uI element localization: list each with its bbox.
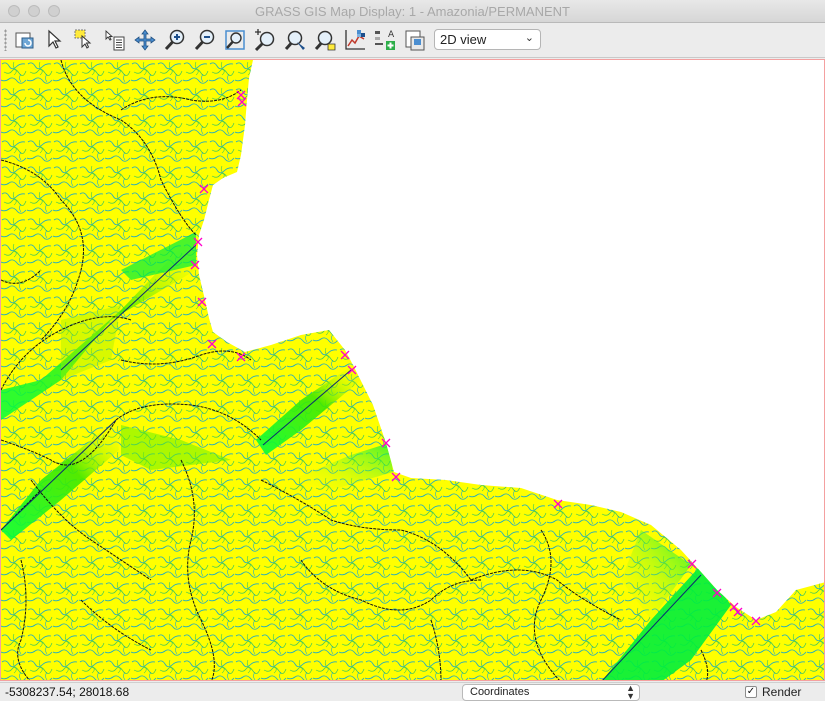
map-raster [1, 60, 824, 680]
chevron-down-icon: ⌄ [524, 32, 534, 44]
analyze-icon [345, 30, 365, 50]
window-title: GRASS GIS Map Display: 1 - Amazonia/PERM… [255, 4, 570, 19]
zoom-extent-icon [225, 30, 245, 50]
map-toolbar: A [0, 23, 825, 58]
pointer-icon [48, 29, 62, 49]
query-icon [74, 29, 92, 49]
query-list-icon [105, 29, 125, 51]
zoom-options-tool[interactable] [282, 27, 308, 53]
pointer-tool[interactable] [42, 27, 68, 53]
toolbar-grip[interactable] [4, 29, 7, 51]
display-map-icon [15, 32, 34, 49]
svg-text:A: A [388, 30, 395, 40]
updown-chevron-icon: ▲ ▼ [626, 683, 635, 701]
zoom-back-icon [254, 29, 275, 52]
statusbar-mode-select[interactable]: Coordinates ▲ ▼ [462, 684, 640, 701]
zoom-back-tool[interactable] [252, 27, 278, 53]
query-tool[interactable] [72, 27, 98, 53]
view-mode-select[interactable]: 2D view ⌄ [434, 29, 541, 50]
statusbar-mode-value: Coordinates [470, 686, 530, 698]
render-checkbox[interactable]: ✓ [745, 686, 757, 698]
zoom-in-icon [164, 29, 185, 51]
pan-tool[interactable] [132, 27, 158, 53]
decorations-icon: A [375, 30, 395, 50]
display-map-button[interactable] [12, 27, 38, 53]
status-bar: -5308237.54; 28018.68 Coordinates ▲ ▼ ✓ R… [0, 682, 825, 701]
zoom-extent-tool[interactable] [222, 27, 248, 53]
map-canvas[interactable] [0, 59, 825, 681]
zoom-in-tool[interactable] [162, 27, 188, 53]
zoom-out-tool[interactable] [192, 27, 218, 53]
pan-icon [134, 29, 156, 51]
save-image-tool[interactable] [402, 27, 428, 53]
query-vector-tool[interactable] [102, 27, 128, 53]
coordinates-readout: -5308237.54; 28018.68 [5, 685, 130, 699]
zoom-region-icon [314, 30, 336, 51]
zoom-options-icon [284, 30, 305, 51]
zoom-region-tool[interactable] [312, 27, 338, 53]
save-image-icon [405, 30, 425, 51]
zoom-out-icon [194, 29, 215, 51]
window-titlebar: GRASS GIS Map Display: 1 - Amazonia/PERM… [0, 0, 825, 23]
view-mode-value: 2D view [440, 32, 487, 47]
analyze-tool[interactable] [342, 27, 368, 53]
decorations-tool[interactable]: A [372, 27, 398, 53]
render-label: Render [762, 685, 802, 699]
